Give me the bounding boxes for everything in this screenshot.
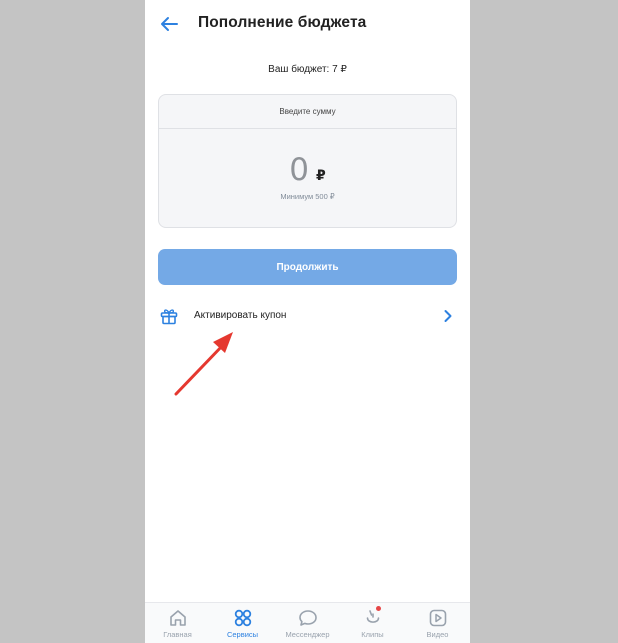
amount-input[interactable]: 0 ₽ bbox=[159, 155, 456, 186]
back-arrow-icon bbox=[161, 17, 178, 31]
minimum-amount-hint: Минимум 500 ₽ bbox=[280, 192, 335, 201]
header: Пополнение бюджета bbox=[145, 0, 470, 48]
tab-messenger[interactable]: Мессенджер bbox=[275, 603, 340, 643]
amount-card: Введите сумму 0 ₽ Минимум 500 ₽ bbox=[158, 94, 457, 228]
activate-coupon-label: Активировать купон bbox=[194, 310, 287, 321]
chevron-right-icon bbox=[444, 310, 452, 322]
gift-icon bbox=[160, 309, 178, 325]
currency-symbol: ₽ bbox=[315, 168, 326, 184]
tab-video[interactable]: Видео bbox=[405, 603, 470, 643]
services-icon bbox=[234, 609, 251, 627]
tab-clips[interactable]: Клипы bbox=[340, 603, 405, 643]
tab-label: Мессенджер bbox=[285, 630, 330, 639]
tab-home[interactable]: Главная bbox=[145, 603, 210, 643]
back-button[interactable] bbox=[157, 12, 181, 36]
budget-balance: Ваш бюджет: 7 ₽ bbox=[268, 64, 347, 75]
video-icon bbox=[429, 609, 446, 627]
bottom-tab-bar: Главная Сервисы Мессенджер Клипы Видео bbox=[145, 602, 470, 643]
page-title: Пополнение бюджета bbox=[198, 14, 367, 31]
tab-label: Видео bbox=[426, 630, 449, 639]
chat-icon bbox=[298, 610, 317, 626]
notification-dot bbox=[376, 606, 381, 611]
continue-button[interactable]: Продолжить bbox=[158, 249, 457, 285]
phone-screen: Пополнение бюджета Ваш бюджет: 7 ₽ Введи… bbox=[145, 0, 470, 643]
amount-value[interactable]: 0 bbox=[289, 155, 309, 186]
home-icon bbox=[169, 610, 186, 626]
tab-label: Сервисы bbox=[226, 630, 259, 639]
activate-coupon-row[interactable]: Активировать купон bbox=[145, 301, 470, 331]
tab-label: Главная bbox=[163, 630, 192, 639]
amount-prompt: Введите сумму bbox=[159, 95, 456, 129]
tab-services[interactable]: Сервисы bbox=[210, 603, 275, 643]
clips-icon bbox=[366, 610, 379, 623]
tab-label: Клипы bbox=[361, 630, 384, 639]
